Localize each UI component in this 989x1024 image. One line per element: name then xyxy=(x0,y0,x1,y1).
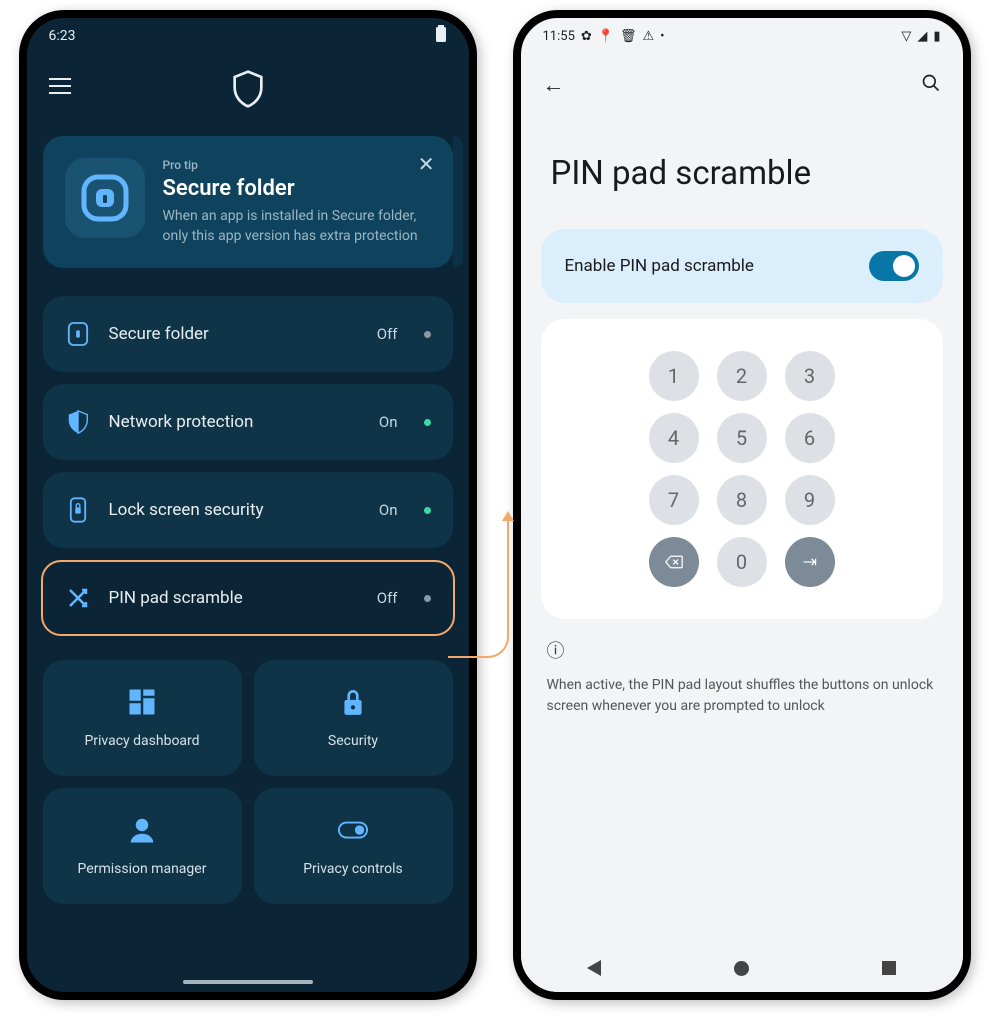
pin-key-4[interactable]: 4 xyxy=(649,413,699,463)
row-label: Network protection xyxy=(109,412,361,432)
menu-icon[interactable] xyxy=(49,78,71,94)
page-header: ← xyxy=(521,54,963,106)
tile-label: Privacy dashboard xyxy=(84,733,199,749)
pin-key-backspace[interactable] xyxy=(649,537,699,587)
search-icon[interactable] xyxy=(921,73,941,98)
signal-icon: ◢ xyxy=(917,29,927,44)
protip-card[interactable]: Pro tip Secure folder When an app is ins… xyxy=(43,136,453,268)
nav-home-icon[interactable] xyxy=(734,961,749,976)
person-icon xyxy=(127,815,157,849)
phone-lock-icon xyxy=(65,495,91,525)
security-app-screen: 6:23 Pro tip Secure folder When an app i… xyxy=(19,10,477,1000)
nav-recents-icon[interactable] xyxy=(882,961,896,975)
row-label: Secure folder xyxy=(109,324,359,344)
statusbar-right: 11:55 ✿ 📍 🗑 ⚠ • ▽ ◢ ▮ xyxy=(521,18,963,54)
page-title: PIN pad scramble xyxy=(521,106,963,229)
app-header xyxy=(27,54,469,124)
pin-key-3[interactable]: 3 xyxy=(785,351,835,401)
shield-logo-icon xyxy=(232,70,264,108)
status-dot-icon xyxy=(424,331,431,338)
shuffle-icon xyxy=(65,583,91,613)
android-navbar xyxy=(521,944,963,992)
info-text: When active, the PIN pad layout shuffles… xyxy=(547,675,937,717)
pin-key-5[interactable]: 5 xyxy=(717,413,767,463)
row-lock-screen[interactable]: Lock screen security On xyxy=(43,472,453,548)
folder-icon xyxy=(65,319,91,349)
gear-icon: ✿ xyxy=(581,29,592,44)
pin-key-1[interactable]: 1 xyxy=(649,351,699,401)
location-icon: 📍 xyxy=(598,29,614,44)
pin-key-2[interactable]: 2 xyxy=(717,351,767,401)
row-status: Off xyxy=(377,325,398,343)
pin-key-8[interactable]: 8 xyxy=(717,475,767,525)
info-icon: ⓘ xyxy=(547,637,937,663)
home-indicator[interactable] xyxy=(183,980,313,984)
tile-permission-manager[interactable]: Permission manager xyxy=(43,788,242,904)
row-status: On xyxy=(379,413,398,431)
protip-title: Secure folder xyxy=(163,176,431,201)
pin-key-0[interactable]: 0 xyxy=(717,537,767,587)
dashboard-icon xyxy=(127,687,157,721)
pinpad-preview: 1 2 3 4 5 6 7 8 9 0 xyxy=(541,319,943,619)
secure-folder-icon xyxy=(65,158,145,238)
battery-icon: ▮ xyxy=(933,29,940,44)
protip-label: Pro tip xyxy=(163,158,431,172)
pin-key-6[interactable]: 6 xyxy=(785,413,835,463)
statusbar-left: 6:23 xyxy=(27,18,469,54)
status-dot-icon xyxy=(424,419,431,426)
settings-list: Secure folder Off Network protection On … xyxy=(43,296,453,636)
row-secure-folder[interactable]: Secure folder Off xyxy=(43,296,453,372)
nav-back-icon[interactable] xyxy=(587,960,601,976)
pin-key-9[interactable]: 9 xyxy=(785,475,835,525)
toggle-switch[interactable] xyxy=(869,251,919,281)
pin-key-7[interactable]: 7 xyxy=(649,475,699,525)
statusbar-time: 6:23 xyxy=(49,28,76,44)
tile-privacy-controls[interactable]: Privacy controls xyxy=(254,788,453,904)
lock-icon xyxy=(338,687,368,721)
status-dot-icon xyxy=(424,507,431,514)
dot-icon: • xyxy=(660,29,664,44)
shortcut-tiles: Privacy dashboard Security Permission ma… xyxy=(43,660,453,904)
row-network-protection[interactable]: Network protection On xyxy=(43,384,453,460)
statusbar-time: 11:55 xyxy=(543,29,575,44)
warning-icon: ⚠ xyxy=(642,29,654,44)
row-status: On xyxy=(379,501,398,519)
pin-key-enter[interactable] xyxy=(785,537,835,587)
toggle-icon xyxy=(338,815,368,849)
toggle-label: Enable PIN pad scramble xyxy=(565,256,754,276)
info-section: ⓘ When active, the PIN pad layout shuffl… xyxy=(547,637,937,717)
protip-body: When an app is installed in Secure folde… xyxy=(163,207,431,246)
tile-security[interactable]: Security xyxy=(254,660,453,776)
back-icon[interactable]: ← xyxy=(543,72,565,98)
network-shield-icon xyxy=(65,407,91,437)
tile-label: Security xyxy=(328,733,378,749)
row-pin-pad-scramble[interactable]: PIN pad scramble Off xyxy=(41,560,455,636)
enable-toggle-card[interactable]: Enable PIN pad scramble xyxy=(541,229,943,303)
row-label: Lock screen security xyxy=(109,500,361,520)
pin-scramble-screen: 11:55 ✿ 📍 🗑 ⚠ • ▽ ◢ ▮ ← PIN pad scramble… xyxy=(513,10,971,1000)
tile-label: Privacy controls xyxy=(303,861,403,877)
tile-label: Permission manager xyxy=(78,861,207,877)
trash-icon: 🗑 xyxy=(620,29,637,44)
status-dot-icon xyxy=(424,595,431,602)
row-status: Off xyxy=(377,589,398,607)
tile-privacy-dashboard[interactable]: Privacy dashboard xyxy=(43,660,242,776)
battery-icon xyxy=(435,25,447,47)
close-icon[interactable]: ✕ xyxy=(418,152,435,176)
row-label: PIN pad scramble xyxy=(109,588,359,608)
wifi-icon: ▽ xyxy=(901,29,911,44)
